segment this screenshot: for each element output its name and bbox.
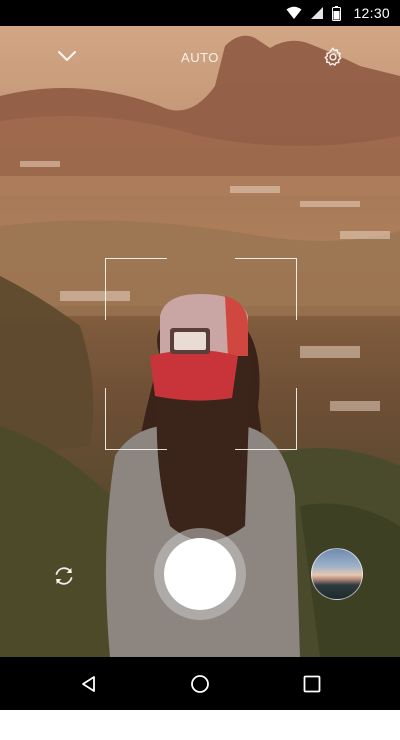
chevron-down-icon[interactable] — [54, 46, 80, 66]
focus-frame — [105, 258, 297, 450]
status-bar: 12:30 — [0, 0, 400, 26]
wifi-icon — [286, 6, 302, 20]
battery-icon — [332, 5, 342, 21]
recents-icon[interactable] — [299, 671, 325, 697]
gallery-thumbnail[interactable] — [311, 548, 363, 600]
status-time: 12:30 — [353, 5, 390, 21]
gear-icon[interactable] — [320, 44, 346, 70]
flash-mode-toggle[interactable]: AUTO — [160, 50, 240, 65]
focus-corner-bottom-right — [235, 388, 297, 450]
navigation-bar — [0, 657, 400, 710]
focus-corner-top-right — [235, 258, 297, 320]
shutter-button-inner — [164, 538, 236, 610]
switch-camera-icon[interactable] — [50, 562, 78, 590]
back-icon[interactable] — [76, 671, 102, 697]
cell-signal-icon — [310, 6, 324, 20]
focus-corner-bottom-left — [105, 388, 167, 450]
focus-corner-top-left — [105, 258, 167, 320]
camera-top-controls: AUTO — [0, 26, 400, 86]
shutter-button[interactable] — [154, 528, 246, 620]
home-icon[interactable] — [187, 671, 213, 697]
